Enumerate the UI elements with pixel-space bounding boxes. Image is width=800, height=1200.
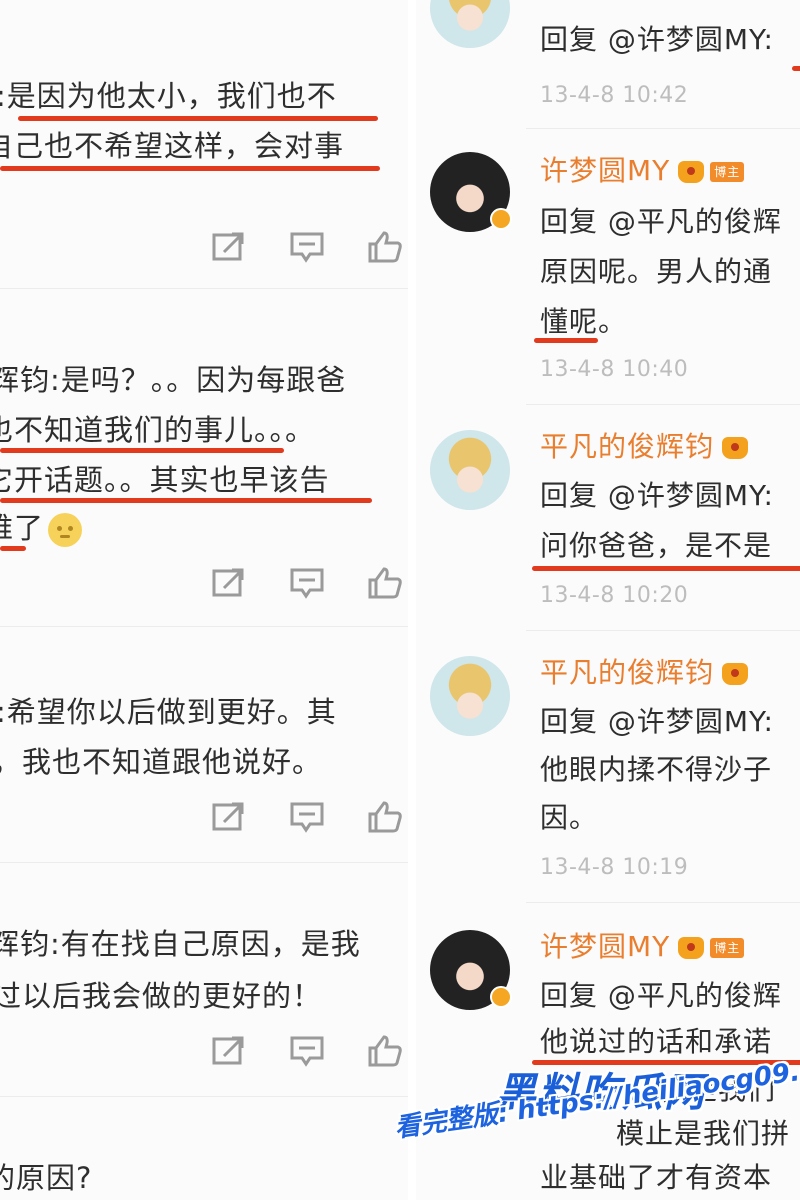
divider (0, 288, 408, 289)
comment-actions (210, 800, 404, 834)
crown-icon (678, 937, 705, 959)
crown-icon (678, 161, 705, 183)
verified-badge-icon (490, 208, 512, 230)
like-icon[interactable] (366, 230, 404, 264)
red-underline (532, 566, 800, 571)
reply-text-line: 回复 @平凡的俊辉 (540, 979, 782, 1012)
divider (526, 404, 800, 405)
comment-text-line: :希望你以后做到更好。其 (0, 695, 337, 729)
red-underline (0, 498, 372, 503)
comment-actions (210, 566, 404, 600)
red-underline (792, 66, 800, 71)
divider (526, 630, 800, 631)
reply-timestamp: 13-4-8 10:42 (540, 83, 689, 108)
comment-text-line: 的原因? (0, 1161, 93, 1195)
like-icon[interactable] (366, 566, 404, 600)
reply-text-line: 业基础了才有资本 (540, 1161, 773, 1194)
reply-text-line: 模止是我们拼 (616, 1117, 791, 1150)
reply-text-line: 因。 (540, 801, 599, 834)
author-tag: 博主 (710, 162, 745, 182)
reply-text-line: 回复 @许梦圆MY: (540, 23, 774, 56)
red-underline (532, 1060, 800, 1065)
comment-text-line: 它开话题。。其实也早该告 (0, 463, 330, 497)
red-underline (0, 546, 26, 551)
reply-timestamp: 13-4-8 10:40 (540, 357, 689, 382)
user-name[interactable]: 许梦圆MY 博主 (540, 930, 745, 964)
reply-text-line: 他说过的话和承诺 (540, 1025, 773, 1058)
divider (0, 1096, 408, 1097)
right-reply-column: 回复 @许梦圆MY: 13-4-8 10:42 许梦圆MY 博主 回复 @平凡的俊… (416, 0, 800, 1200)
red-underline (534, 338, 598, 343)
comment-text-line: :是因为他太小，我们也不 (0, 79, 337, 113)
comment-icon[interactable] (288, 230, 326, 264)
red-underline (18, 116, 378, 121)
like-icon[interactable] (366, 1034, 404, 1068)
emoji-icon (48, 513, 83, 547)
reply-timestamp: 13-4-8 10:19 (540, 855, 689, 880)
user-name[interactable]: 平凡的俊辉钧 (540, 430, 749, 464)
repost-icon[interactable] (210, 800, 248, 834)
left-comment-column: :是因为他太小，我们也不 自己也不希望这样，会对事 辉钧:是吗？。。因为每跟爸 … (0, 0, 416, 1200)
author-tag: 博主 (710, 938, 745, 958)
comment-text-line: 辉钧:是吗？。。因为每跟爸 (0, 363, 347, 397)
comment-text-line: 过以后我会做的更好的！ (0, 979, 323, 1013)
comment-icon[interactable] (288, 566, 326, 600)
comment-text-line: 自己也不希望这样，会对事 (0, 129, 345, 163)
reply-text-line: 回复 @平凡的俊辉 (540, 205, 782, 238)
comment-actions (210, 1034, 404, 1068)
divider (526, 128, 800, 129)
avatar[interactable] (430, 0, 510, 48)
reply-text-line: 回复 @许梦圆MY: (540, 705, 774, 738)
repost-icon[interactable] (210, 230, 248, 264)
user-name[interactable]: 许梦圆MY 博主 (540, 154, 745, 188)
reply-text-line: 懂呢。 (540, 305, 628, 338)
reply-timestamp: 13-4-8 10:20 (540, 583, 689, 608)
red-underline (0, 448, 284, 453)
comment-actions (210, 230, 404, 264)
reply-text-line: 回复 @许梦圆MY: (540, 479, 774, 512)
reply-text-line: ，是我们 (660, 1073, 777, 1106)
like-icon[interactable] (366, 800, 404, 834)
avatar[interactable] (430, 656, 510, 736)
avatar[interactable] (430, 430, 510, 510)
crown-icon (722, 663, 749, 685)
verified-badge-icon (490, 986, 512, 1008)
repost-icon[interactable] (210, 566, 248, 600)
divider (0, 862, 408, 863)
reply-text-line: 问你爸爸，是不是 (540, 529, 773, 562)
repost-icon[interactable] (210, 1034, 248, 1068)
comment-text-line: 难了 (0, 510, 83, 547)
comment-icon[interactable] (288, 800, 326, 834)
crown-icon (722, 437, 749, 459)
reply-text-line: 原因呢。男人的通 (540, 255, 773, 288)
comment-text-line: ，我也不知道跟他说好。 (0, 745, 323, 779)
comment-text-line: 也不知道我们的事儿。。。 (0, 413, 316, 447)
divider (0, 626, 408, 627)
red-underline (0, 166, 380, 171)
comment-text-line: 辉钧:有在找自己原因，是我 (0, 927, 361, 961)
reply-text-line: 他眼内揉不得沙子 (540, 753, 773, 786)
divider (526, 902, 800, 903)
user-name[interactable]: 平凡的俊辉钧 (540, 656, 749, 690)
comment-icon[interactable] (288, 1034, 326, 1068)
